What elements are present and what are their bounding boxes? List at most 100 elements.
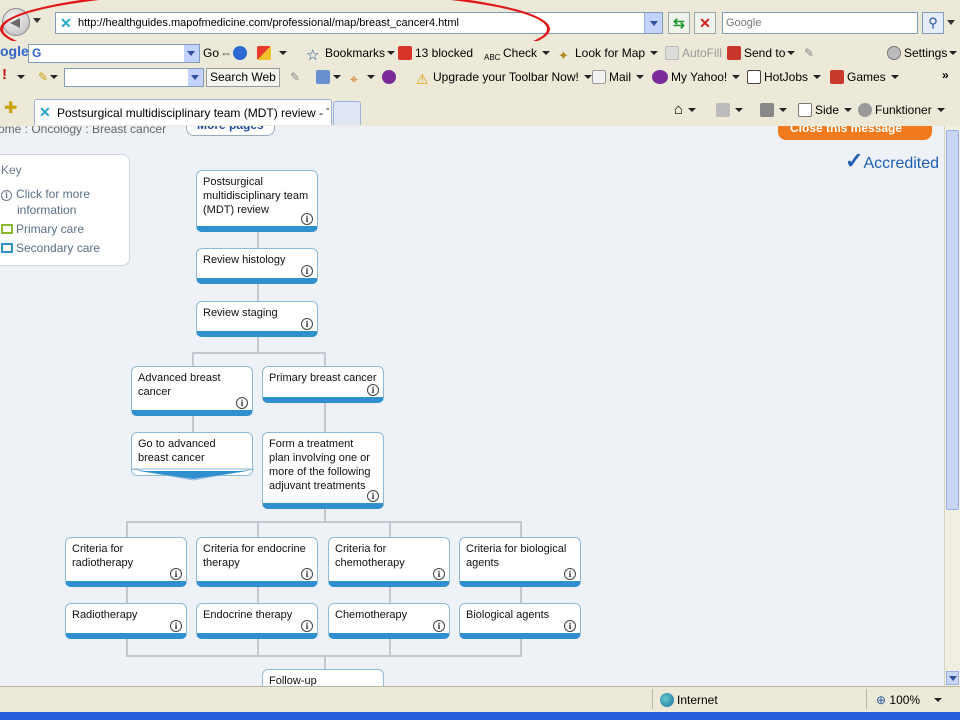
info-icon[interactable]: i: [301, 213, 313, 225]
autofill-button[interactable]: AutoFill: [665, 45, 722, 61]
node-radiotherapy[interactable]: Radiotherapy i: [65, 603, 187, 639]
info-icon[interactable]: i: [170, 620, 182, 632]
new-tab-button[interactable]: [333, 101, 361, 125]
upgrade-toolbar-button[interactable]: ⚠ Upgrade your Toolbar Now!: [416, 69, 592, 87]
connector-line: [257, 284, 259, 302]
connector-line: [520, 638, 522, 656]
node-chemotherapy[interactable]: Chemotherapy i: [328, 603, 450, 639]
url-text[interactable]: http://healthguides.mapofmedicine.com/pr…: [78, 17, 459, 29]
print-icon[interactable]: [760, 102, 787, 118]
toolbar-overflow-button[interactable]: »: [942, 67, 949, 83]
history-dropdown-icon[interactable]: [33, 18, 41, 23]
yahoo-pencil-icon[interactable]: ✎: [38, 69, 59, 85]
tab-favicon-icon: ✕: [39, 104, 51, 120]
page-menu-button[interactable]: Side: [798, 102, 853, 118]
info-icon[interactable]: i: [367, 490, 379, 502]
search-input[interactable]: [726, 14, 916, 32]
favorites-star-icon[interactable]: ✚: [4, 101, 17, 117]
blocked-icon: [398, 46, 412, 60]
node-biological-agents[interactable]: Biological agents i: [459, 603, 581, 639]
close-message-button[interactable]: Close this message: [778, 126, 932, 140]
yahoo-logo-dropdown-icon[interactable]: [12, 69, 25, 85]
send-to-button[interactable]: Send to: [727, 45, 796, 61]
yahoo-search-dropdown-icon[interactable]: [188, 69, 203, 86]
look-for-map-button[interactable]: ✦ Look for Map: [558, 45, 659, 63]
info-icon[interactable]: i: [170, 568, 182, 580]
node-mdt-review[interactable]: Postsurgical multidisciplinary team (MDT…: [196, 170, 318, 232]
mail-button[interactable]: Mail: [592, 69, 645, 85]
node-advanced-breast-cancer[interactable]: Advanced breast cancer i: [131, 366, 253, 416]
rss-feed-icon[interactable]: [716, 102, 743, 118]
google-search-field[interactable]: G: [28, 44, 200, 63]
yahoo-crosshair-icon[interactable]: ⌖: [350, 69, 375, 87]
yahoo-search-field[interactable]: [64, 68, 204, 87]
address-dropdown-icon[interactable]: [644, 13, 662, 33]
spell-check-button[interactable]: ABC Check: [484, 45, 551, 64]
tab-title: Postsurgical multidisciplinary team (MDT…: [57, 106, 329, 120]
connector-line: [126, 638, 128, 656]
node-label: Criteria for endocrine therapy: [203, 543, 306, 569]
settings-button[interactable]: Settings: [887, 45, 958, 61]
refresh-button[interactable]: ⇆: [668, 12, 690, 34]
search-box[interactable]: [722, 12, 918, 34]
highlight-pen-icon[interactable]: ✎: [290, 69, 300, 85]
info-icon[interactable]: i: [564, 620, 576, 632]
node-criteria-radiotherapy[interactable]: Criteria for radiotherapy i: [65, 537, 187, 587]
node-review-histology[interactable]: Review histology i: [196, 248, 318, 284]
node-primary-breast-cancer[interactable]: Primary breast cancer i: [262, 366, 384, 403]
scroll-down-icon[interactable]: [946, 671, 959, 685]
globe-icon[interactable]: [233, 45, 250, 61]
info-icon[interactable]: i: [367, 384, 379, 396]
pencil-icon[interactable]: ✎: [804, 45, 814, 61]
arrows-icon[interactable]: ⇔: [220, 45, 232, 61]
search-web-button[interactable]: Search Web: [206, 68, 280, 87]
search-dropdown-icon[interactable]: [947, 20, 955, 25]
goto-arrow-icon[interactable]: [131, 468, 255, 482]
node-treatment-plan[interactable]: Form a treatment plan involving one or m…: [262, 432, 384, 509]
tools-menu-button[interactable]: Funktioner: [858, 102, 945, 118]
connector-line: [257, 638, 259, 656]
info-icon[interactable]: i: [236, 397, 248, 409]
my-yahoo-button[interactable]: My Yahoo!: [652, 69, 741, 85]
stop-button[interactable]: ✕: [694, 12, 716, 34]
bookmarks-button[interactable]: ☆ Bookmarks: [306, 45, 396, 64]
connector-line: [389, 586, 391, 604]
info-icon[interactable]: i: [301, 568, 313, 580]
yahoo-tools-icon[interactable]: [316, 69, 341, 85]
primary-care-label: Primary care: [16, 222, 85, 236]
search-icon[interactable]: ⚲: [922, 12, 944, 34]
node-criteria-chemotherapy[interactable]: Criteria for chemotherapy i: [328, 537, 450, 587]
node-endocrine-therapy[interactable]: Endocrine therapy i: [196, 603, 318, 639]
popup-blocker-button[interactable]: 13 blocked: [398, 45, 473, 61]
tab-active[interactable]: ✕ Postsurgical multidisciplinary team (M…: [34, 99, 332, 125]
toolbar-apps-icon[interactable]: [257, 45, 287, 61]
info-icon[interactable]: i: [433, 620, 445, 632]
more-pages-button[interactable]: More pages: [186, 126, 275, 136]
info-icon[interactable]: i: [433, 568, 445, 580]
vertical-scrollbar[interactable]: [944, 126, 960, 686]
back-button[interactable]: [2, 8, 30, 36]
yahoo-logo[interactable]: !: [2, 67, 7, 83]
hotjobs-label: HotJobs: [764, 70, 809, 84]
info-icon[interactable]: i: [301, 318, 313, 330]
node-review-staging[interactable]: Review staging i: [196, 301, 318, 337]
node-follow-up[interactable]: Follow-up: [262, 669, 384, 686]
node-criteria-endocrine[interactable]: Criteria for endocrine therapy i: [196, 537, 318, 587]
scrollbar-thumb[interactable]: [946, 130, 959, 510]
node-label: Chemotherapy: [335, 609, 408, 621]
google-search-dropdown-icon[interactable]: [184, 45, 199, 62]
breadcrumb[interactable]: ome : Oncology : Breast cancer: [0, 126, 166, 136]
yahoo-radio-icon[interactable]: [382, 69, 399, 85]
games-button[interactable]: Games: [830, 69, 899, 85]
node-criteria-biological[interactable]: Criteria for biological agents i: [459, 537, 581, 587]
home-icon[interactable]: ⌂: [674, 102, 697, 118]
hotjobs-button[interactable]: HotJobs: [747, 69, 822, 85]
info-icon[interactable]: i: [564, 568, 576, 580]
info-icon[interactable]: i: [301, 620, 313, 632]
zoom-control[interactable]: ⊕ 100%: [876, 693, 943, 707]
connector-line: [126, 521, 522, 523]
connector-line: [324, 508, 326, 522]
address-bar[interactable]: ✕ http://healthguides.mapofmedicine.com/…: [55, 12, 663, 34]
google-go-button[interactable]: Go: [203, 45, 219, 61]
info-icon[interactable]: i: [301, 265, 313, 277]
